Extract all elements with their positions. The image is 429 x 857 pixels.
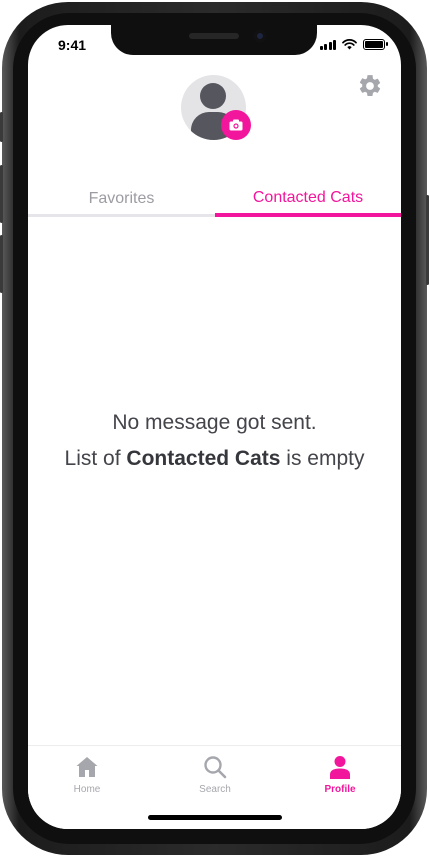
wifi-icon bbox=[342, 39, 357, 50]
nav-home[interactable]: Home bbox=[47, 754, 127, 795]
side-button-volume-up bbox=[0, 165, 3, 223]
status-time: 9:41 bbox=[58, 37, 87, 53]
nav-profile[interactable]: Profile bbox=[300, 754, 380, 795]
empty-state-message: No message got sent. List of Contacted C… bbox=[28, 405, 401, 477]
app-screen: 9:41 Favorites Contacted Cats No message… bbox=[28, 25, 401, 829]
home-icon bbox=[74, 754, 100, 780]
search-icon bbox=[202, 754, 228, 780]
cellular-signal-icon bbox=[319, 40, 336, 50]
camera-icon bbox=[229, 119, 243, 131]
user-silhouette-icon bbox=[200, 83, 226, 109]
status-icons bbox=[319, 39, 388, 50]
nav-search[interactable]: Search bbox=[175, 754, 255, 795]
front-camera bbox=[254, 30, 266, 42]
change-photo-button[interactable] bbox=[221, 110, 251, 140]
profile-tabs: Favorites Contacted Cats bbox=[28, 183, 401, 217]
empty-state-bold: Contacted Cats bbox=[126, 447, 281, 470]
speaker-grille bbox=[189, 33, 239, 39]
tab-contacted-cats[interactable]: Contacted Cats bbox=[215, 183, 401, 217]
profile-icon bbox=[327, 754, 353, 780]
tab-favorites-label: Favorites bbox=[88, 189, 155, 207]
notch bbox=[111, 25, 317, 55]
nav-home-label: Home bbox=[73, 784, 101, 795]
side-button-volume-down bbox=[0, 235, 3, 293]
empty-state-line2: List of Contacted Cats is empty bbox=[28, 441, 401, 477]
battery-icon bbox=[363, 39, 388, 50]
home-indicator[interactable] bbox=[148, 815, 282, 820]
nav-profile-label: Profile bbox=[324, 784, 356, 795]
empty-state-suffix: is empty bbox=[280, 447, 365, 470]
gear-icon[interactable] bbox=[357, 73, 383, 99]
side-button-silent bbox=[0, 112, 3, 142]
empty-state-line1: No message got sent. bbox=[112, 411, 317, 434]
tab-contacted-cats-label: Contacted Cats bbox=[252, 189, 364, 206]
empty-state-prefix: List of bbox=[64, 447, 127, 470]
tab-favorites[interactable]: Favorites bbox=[28, 183, 215, 217]
nav-search-label: Search bbox=[199, 784, 231, 795]
